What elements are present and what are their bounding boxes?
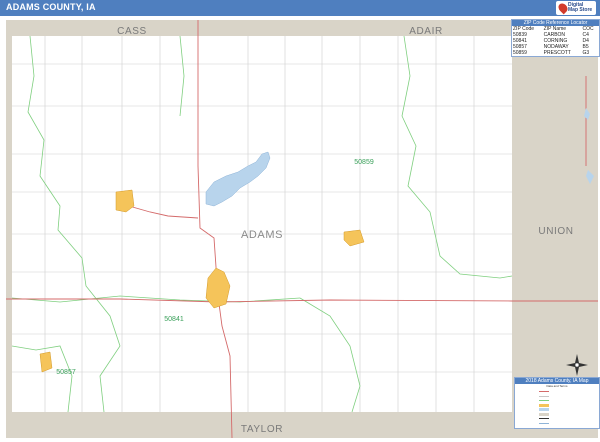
- title-bar: ADAMS COUNTY, IA Digital Map Store: [0, 0, 600, 16]
- logo-text: Digital Map Store: [568, 2, 593, 13]
- map-legend: 2018 Adams County, IA Map Data and Terms: [514, 377, 600, 429]
- legend-symbols: [517, 389, 597, 425]
- zip-code-cell: 50859: [513, 50, 527, 56]
- county-name-label: ADAMS: [241, 229, 283, 241]
- publisher-logo: Digital Map Store: [556, 1, 596, 15]
- neighbor-county-label: UNION: [538, 226, 573, 237]
- neighbor-county-label: ADAIR: [409, 26, 443, 37]
- zip-label: 50841: [164, 316, 184, 323]
- zip-code-reference-table: ZIP Code Reference Locator ZIP Code ZIP …: [511, 19, 600, 57]
- legend-subtitle: Data and Terms: [546, 384, 568, 388]
- table-row: 50859 PRESCOTT G3: [512, 50, 599, 56]
- neighbor-county-label: CASS: [117, 26, 147, 37]
- county-map: CASS ADAIR UNION TAYLOR ADAMS 50859 5084…: [0, 16, 600, 442]
- zip-label: 50857: [56, 369, 76, 376]
- map-title: ADAMS COUNTY, IA: [6, 2, 96, 12]
- zip-label: 50859: [354, 159, 374, 166]
- neighbor-county-label: TAYLOR: [241, 424, 283, 435]
- legend-row: [517, 421, 597, 426]
- zip-coc-cell: G3: [582, 50, 590, 56]
- adams-county-area: [12, 36, 512, 412]
- map-poster: ADAMS COUNTY, IA Digital Map Store CASS …: [0, 0, 600, 442]
- compass-rose-icon: [566, 354, 588, 376]
- zip-name-cell: PRESCOTT: [543, 50, 571, 56]
